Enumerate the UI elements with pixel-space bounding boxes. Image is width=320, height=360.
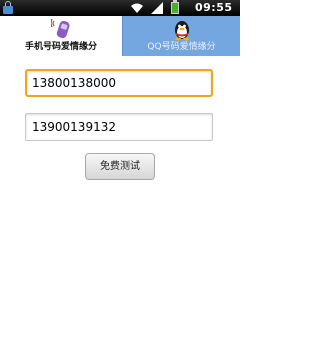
status-time: 09:55 bbox=[195, 1, 233, 14]
second-phone-input[interactable]: 13900139132 bbox=[25, 113, 213, 141]
phone-icon bbox=[51, 19, 70, 39]
signal-icon bbox=[151, 2, 163, 14]
main-content: 13800138000 13900139132 免费测试 bbox=[0, 56, 240, 360]
status-bar: 09:55 bbox=[0, 0, 240, 16]
wifi-icon bbox=[131, 3, 143, 13]
tab-label: QQ号码爱情缘分 bbox=[147, 42, 216, 52]
battery-icon bbox=[171, 0, 179, 14]
free-test-button[interactable]: 免费测试 bbox=[85, 153, 155, 180]
tab-label: 手机号码爱情缘分 bbox=[24, 42, 97, 52]
qq-penguin-icon bbox=[174, 21, 189, 41]
tab-bar: 手机号码爱情缘分 QQ号码爱情缘分 bbox=[0, 16, 240, 56]
tab-phone-love[interactable]: 手机号码爱情缘分 bbox=[0, 16, 122, 56]
tab-qq-love[interactable]: QQ号码爱情缘分 bbox=[122, 16, 240, 56]
first-phone-input[interactable]: 13800138000 bbox=[25, 69, 213, 97]
lock-icon bbox=[3, 1, 13, 14]
